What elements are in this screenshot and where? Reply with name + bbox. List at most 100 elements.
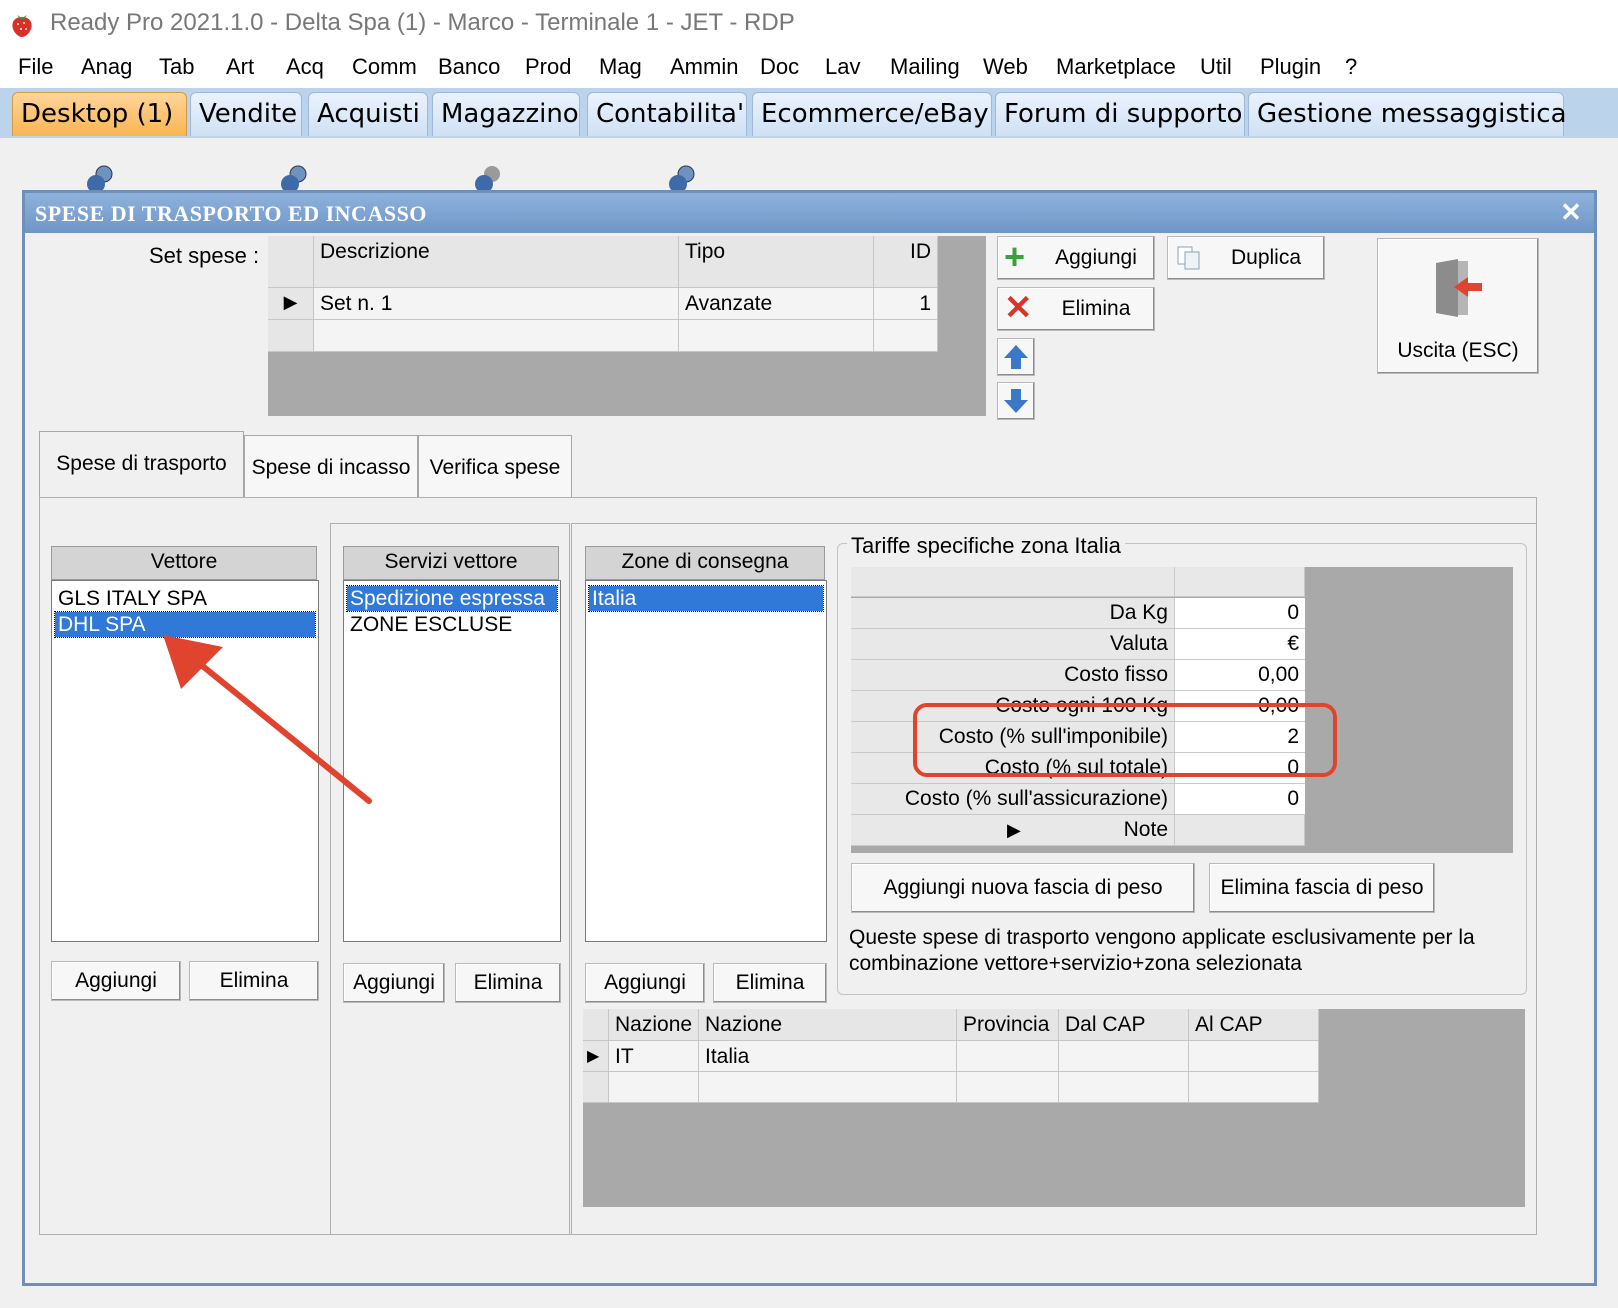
- delete-servizio-button[interactable]: Elimina: [455, 963, 561, 1003]
- delete-vettore-button[interactable]: Elimina: [189, 961, 319, 1001]
- menu-help[interactable]: ?: [1345, 54, 1357, 80]
- exit-label: Uscita (ESC): [1397, 339, 1519, 362]
- menu-util[interactable]: Util: [1200, 54, 1232, 80]
- menu-prod[interactable]: Prod: [525, 54, 571, 80]
- copy-icon: [1177, 246, 1200, 270]
- list-item-selected[interactable]: Italia: [588, 585, 824, 612]
- desktop-area: [0, 138, 1618, 194]
- tab-spese-incasso[interactable]: Spese di incasso: [244, 435, 418, 497]
- menu-lav[interactable]: Lav: [825, 54, 860, 80]
- set-cell-descrizione[interactable]: Set n. 1: [314, 288, 679, 320]
- tab-verifica-spese[interactable]: Verifica spese: [418, 435, 572, 497]
- prop-label-costo-fisso: Costo fisso: [851, 660, 1175, 691]
- menu-ammin[interactable]: Ammin: [670, 54, 738, 80]
- tab-ecommerce[interactable]: Ecommerce/eBay: [752, 92, 992, 136]
- set-cell-tipo[interactable]: Avanzate: [679, 288, 874, 320]
- zone-cell-empty[interactable]: [699, 1072, 957, 1103]
- zone-cell-empty[interactable]: [1059, 1072, 1189, 1103]
- grid-header-nazione[interactable]: Nazione: [699, 1009, 957, 1041]
- zone-cell-nazione[interactable]: Italia: [699, 1041, 957, 1072]
- set-cell-empty[interactable]: [874, 320, 938, 352]
- grid-header-provincia[interactable]: Provincia: [957, 1009, 1059, 1041]
- delete-weight-band-button[interactable]: Elimina fascia di peso: [1209, 863, 1435, 913]
- menu-mailing[interactable]: Mailing: [890, 54, 960, 80]
- delete-set-label: Elimina: [1061, 297, 1131, 320]
- menu-art[interactable]: Art: [226, 54, 254, 80]
- menu-web[interactable]: Web: [983, 54, 1028, 80]
- duplicate-set-label: Duplica: [1230, 246, 1302, 269]
- menu-plugin[interactable]: Plugin: [1260, 54, 1321, 80]
- menu-mag[interactable]: Mag: [599, 54, 642, 80]
- grid-header-tipo[interactable]: Tipo: [679, 236, 874, 288]
- zone-cell-provincia[interactable]: [957, 1041, 1059, 1072]
- set-cell-empty[interactable]: [679, 320, 874, 352]
- tab-magazzino[interactable]: Magazzino: [432, 92, 580, 136]
- move-down-button[interactable]: [997, 382, 1035, 420]
- zone-cell-nazione-code[interactable]: IT: [609, 1041, 699, 1072]
- set-cell-id[interactable]: 1: [874, 288, 938, 320]
- prop-value-da-kg[interactable]: 0: [1175, 598, 1305, 629]
- add-set-button[interactable]: + Aggiungi: [997, 236, 1155, 280]
- menu-banco[interactable]: Banco: [438, 54, 500, 80]
- grid-row-header: [268, 320, 314, 352]
- tab-vendite[interactable]: Vendite: [190, 92, 302, 136]
- add-servizio-button[interactable]: Aggiungi: [343, 963, 445, 1003]
- set-grid: Descrizione Tipo ID ▶ Set n. 1 Avanzate …: [268, 236, 986, 416]
- prop-label-valuta: Valuta: [851, 629, 1175, 660]
- zone-list[interactable]: Italia: [585, 580, 827, 942]
- row-indicator-icon: ▶: [1007, 820, 1021, 840]
- move-up-button[interactable]: [997, 338, 1035, 376]
- tab-forum[interactable]: Forum di supporto: [995, 92, 1245, 136]
- delete-x-icon: ✕: [1004, 289, 1033, 327]
- tab-spese-trasporto[interactable]: Spese di trasporto: [39, 431, 244, 497]
- tab-desktop[interactable]: Desktop (1): [12, 92, 187, 136]
- add-zona-button[interactable]: Aggiungi: [585, 963, 705, 1003]
- zone-cell-empty[interactable]: [957, 1072, 1059, 1103]
- grid-header-descrizione[interactable]: Descrizione: [314, 236, 679, 288]
- menu-marketplace[interactable]: Marketplace: [1056, 54, 1176, 80]
- prop-value-costo-assicurazione[interactable]: 0: [1175, 784, 1305, 815]
- menu-comm[interactable]: Comm: [352, 54, 417, 80]
- zone-cell-al-cap[interactable]: [1189, 1041, 1319, 1072]
- tab-messaggistica[interactable]: Gestione messaggistica: [1248, 92, 1567, 136]
- workspace-tab-bar: Desktop (1) Vendite Acquisti Magazzino C…: [0, 88, 1618, 138]
- tab-acquisti[interactable]: Acquisti: [308, 92, 428, 136]
- close-icon[interactable]: ✕: [1558, 199, 1584, 225]
- add-set-label: Aggiungi: [1055, 246, 1137, 269]
- menu-acq[interactable]: Acq: [286, 54, 324, 80]
- prop-label-costo-assicurazione: Costo (% sull'assicurazione): [851, 784, 1175, 815]
- grid-header-nazione-code[interactable]: Nazione: [609, 1009, 699, 1041]
- duplicate-set-button[interactable]: Duplica: [1167, 236, 1325, 280]
- delete-set-button[interactable]: ✕ Elimina: [997, 287, 1155, 331]
- exit-button[interactable]: Uscita (ESC): [1377, 238, 1539, 374]
- tab-contabilita[interactable]: Contabilita': [587, 92, 747, 136]
- add-vettore-button[interactable]: Aggiungi: [51, 961, 181, 1001]
- zone-cell-empty[interactable]: [1189, 1072, 1319, 1103]
- tariffe-info-text: Queste spese di trasporto vengono applic…: [849, 926, 1475, 975]
- set-cell-empty[interactable]: [314, 320, 679, 352]
- menu-tab[interactable]: Tab: [159, 54, 194, 80]
- list-item[interactable]: GLS ITALY SPA: [55, 586, 315, 611]
- arrow-up-icon: [1004, 345, 1028, 369]
- add-weight-band-button[interactable]: Aggiungi nuova fascia di peso: [851, 863, 1195, 913]
- grid-header-dal-cap[interactable]: Dal CAP: [1059, 1009, 1189, 1041]
- menu-doc[interactable]: Doc: [760, 54, 799, 80]
- list-item-selected[interactable]: Spedizione espressa: [346, 585, 558, 612]
- prop-value-costo-fisso[interactable]: 0,00: [1175, 660, 1305, 691]
- menu-anag[interactable]: Anag: [81, 54, 132, 80]
- grid-header-al-cap[interactable]: Al CAP: [1189, 1009, 1319, 1041]
- delete-zona-button[interactable]: Elimina: [713, 963, 827, 1003]
- servizi-header: Servizi vettore: [343, 546, 559, 580]
- highlight-box: [913, 703, 1337, 777]
- menu-file[interactable]: File: [18, 54, 53, 80]
- prop-header: [1175, 567, 1305, 597]
- prop-value-note[interactable]: [1175, 815, 1305, 846]
- shipping-costs-dialog: SPESE DI TRASPORTO ED INCASSO ✕ Set spes…: [22, 190, 1597, 1286]
- zone-cell-empty[interactable]: [609, 1072, 699, 1103]
- plus-icon: +: [1004, 236, 1026, 277]
- set-spese-label: Set spese :: [149, 243, 260, 268]
- grid-header-id[interactable]: ID: [874, 236, 938, 288]
- row-indicator-icon: ▶: [268, 288, 314, 320]
- prop-value-valuta[interactable]: €: [1175, 629, 1305, 660]
- zone-cell-dal-cap[interactable]: [1059, 1041, 1189, 1072]
